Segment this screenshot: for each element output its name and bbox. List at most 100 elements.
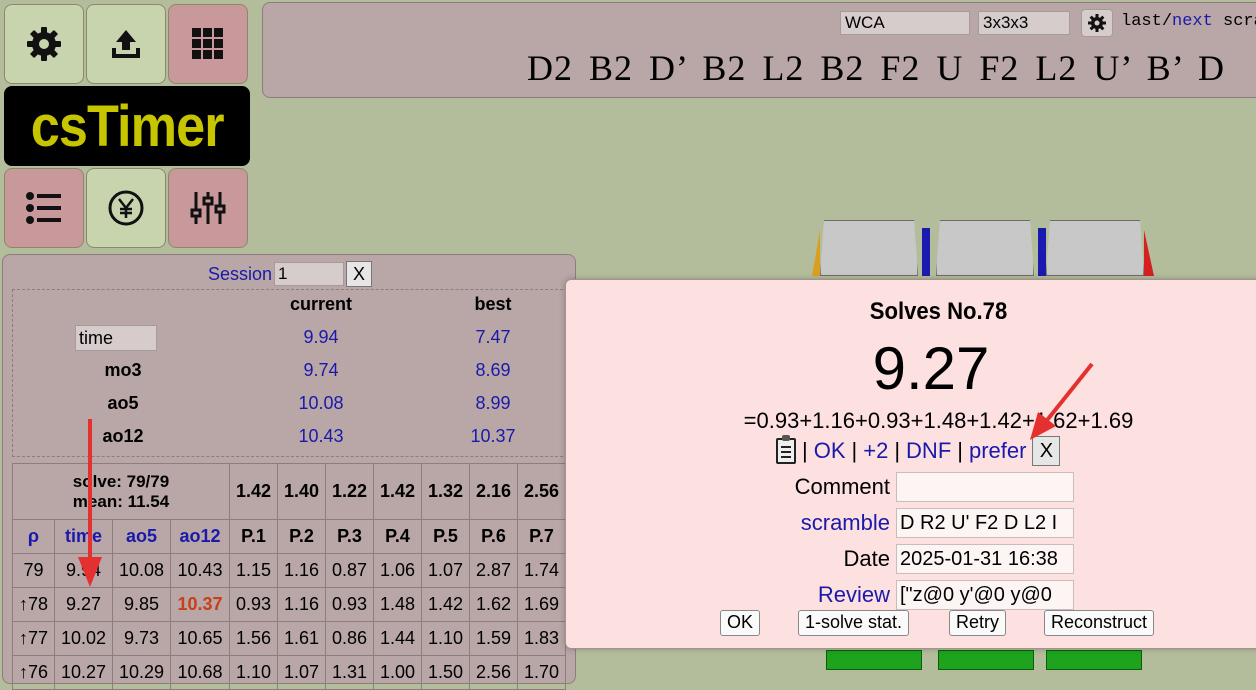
next-scramble-link[interactable]: next xyxy=(1172,12,1213,31)
cube-sticker xyxy=(922,228,930,276)
current-ao5[interactable]: 10.08 xyxy=(261,393,381,414)
col-header-index[interactable]: ρ xyxy=(12,519,55,554)
col-header-ao5[interactable]: ao5 xyxy=(112,519,171,554)
phase-time: 1.59 xyxy=(469,621,518,656)
solve-index[interactable]: 79 xyxy=(12,553,55,588)
cube-sticker xyxy=(1046,650,1142,670)
solve-stat-button[interactable]: 1-solve stat. xyxy=(798,610,910,636)
solve-ao5[interactable]: 10.29 xyxy=(112,655,171,690)
date-field[interactable]: 2025-01-31 16:38 xyxy=(896,544,1074,574)
delete-solve-button[interactable]: X xyxy=(1032,436,1061,466)
ok-button[interactable]: OK xyxy=(720,610,761,636)
scramble-type-select[interactable]: WCA xyxy=(840,11,970,35)
stats-button[interactable] xyxy=(4,168,84,248)
solve-ao12-best[interactable]: 10.37 xyxy=(170,587,230,622)
solve-time[interactable]: 10.27 xyxy=(54,655,113,690)
solve-ao5[interactable]: 10.08 xyxy=(112,553,171,588)
stat-label: ao12 xyxy=(102,426,144,446)
nav-separator: / xyxy=(1161,12,1173,31)
solve-index[interactable]: ↑76 xyxy=(12,655,55,690)
plus2-penalty-link[interactable]: +2 xyxy=(863,438,888,464)
table-row[interactable]: 79 9.94 10.08 10.43 1.15 1.16 0.87 1.06 … xyxy=(12,553,566,588)
phase-time: 1.16 xyxy=(277,553,326,588)
summary-row: solve: 79/79 mean: 11.54 1.42 1.40 1.22 … xyxy=(12,463,566,520)
session-label[interactable]: Session xyxy=(208,264,272,285)
best-ao5[interactable]: 8.99 xyxy=(433,393,553,414)
stat-row-ao12: ao12 10.43 10.37 xyxy=(13,422,569,455)
cube-sticker xyxy=(938,650,1034,670)
table-row[interactable]: ↑77 10.02 9.73 10.65 1.56 1.61 0.86 1.44… xyxy=(12,621,566,656)
scramble-field[interactable]: D R2 U' F2 D L2 I xyxy=(896,508,1074,538)
phase-avg: 1.22 xyxy=(325,463,374,520)
current-header: current xyxy=(289,294,352,314)
review-row: Review ["z@0 y'@0 y@0 xyxy=(566,580,1256,612)
review-field[interactable]: ["z@0 y'@0 y@0 xyxy=(896,580,1074,610)
solve-index[interactable]: ↑77 xyxy=(12,621,55,656)
col-header-phase: P.6 xyxy=(469,519,518,554)
dnf-penalty-link[interactable]: DNF xyxy=(906,438,951,464)
stat-type-select[interactable]: time xyxy=(75,325,157,351)
col-header-ao12[interactable]: ao12 xyxy=(170,519,230,554)
scramble-nav: last/next scram xyxy=(1121,12,1256,31)
current-time[interactable]: 9.94 xyxy=(261,327,381,348)
puzzle-select[interactable]: 3x3x3 xyxy=(978,11,1070,35)
review-link[interactable]: Review xyxy=(818,582,890,608)
table-row[interactable]: ↑78 9.27 9.85 10.37 0.93 1.16 0.93 1.48 … xyxy=(12,587,566,622)
phase-time: 1.16 xyxy=(277,587,326,622)
col-header-phase: P.7 xyxy=(517,519,566,554)
col-header-phase: P.5 xyxy=(421,519,470,554)
cstimer-logo: csTimer xyxy=(4,86,250,166)
solve-time[interactable]: 9.94 xyxy=(54,553,113,588)
stat-row-mo3: mo3 9.74 8.69 xyxy=(13,356,569,389)
scramble-word: scram xyxy=(1223,12,1256,31)
solve-time-display: 9.27 xyxy=(872,335,990,402)
current-ao12[interactable]: 10.43 xyxy=(261,426,381,447)
session-close-button[interactable]: X xyxy=(346,261,373,287)
phase-time: 1.10 xyxy=(229,655,278,690)
scramble-settings-button[interactable] xyxy=(1081,9,1113,37)
solve-index[interactable]: ↑78 xyxy=(12,587,55,622)
scramble-link[interactable]: scramble xyxy=(801,510,890,536)
separator: | xyxy=(802,438,808,463)
solve-time[interactable]: 10.02 xyxy=(54,621,113,656)
donate-button[interactable] xyxy=(86,168,166,248)
session-mean: mean: 11.54 xyxy=(72,491,170,511)
retry-button[interactable]: Retry xyxy=(949,610,1007,636)
reconstruct-button[interactable]: Reconstruct xyxy=(1044,610,1155,636)
cube-sticker xyxy=(1144,230,1154,276)
scramble-button[interactable] xyxy=(168,4,248,84)
options-button[interactable] xyxy=(4,4,84,84)
best-time[interactable]: 7.47 xyxy=(433,327,553,348)
solve-mean-cell: solve: 79/79 mean: 11.54 xyxy=(12,463,230,520)
phase-time: 2.56 xyxy=(469,655,518,690)
col-header-phase: P.2 xyxy=(277,519,326,554)
prefer-link[interactable]: prefer xyxy=(969,438,1026,464)
solve-ao12[interactable]: 10.65 xyxy=(170,621,230,656)
solve-ao12[interactable]: 10.43 xyxy=(170,553,230,588)
table-row[interactable]: ↑76 10.27 10.29 10.68 1.10 1.07 1.31 1.0… xyxy=(12,655,566,690)
export-button[interactable] xyxy=(86,4,166,84)
best-mo3[interactable]: 8.69 xyxy=(433,360,553,381)
current-mo3[interactable]: 9.74 xyxy=(261,360,381,381)
best-ao12[interactable]: 10.37 xyxy=(433,426,553,447)
current-best-table: current best time 9.94 7.47 mo3 9.74 8.6… xyxy=(12,289,568,457)
solve-time[interactable]: 9.27 xyxy=(54,587,113,622)
cube-sticker xyxy=(1038,228,1046,276)
comment-input[interactable] xyxy=(896,472,1074,502)
session-select[interactable]: 1 xyxy=(274,262,345,286)
phase-time: 1.42 xyxy=(421,587,470,622)
comment-label: Comment xyxy=(794,474,890,499)
solve-ao12[interactable]: 10.68 xyxy=(170,655,230,690)
clipboard-icon[interactable] xyxy=(776,435,796,464)
col-header-time[interactable]: time xyxy=(54,519,113,554)
last-scramble-link[interactable]: last xyxy=(1121,12,1162,31)
tools-button[interactable] xyxy=(168,168,248,248)
col-header-phase: P.3 xyxy=(325,519,374,554)
logo-text: csTimer xyxy=(30,93,225,159)
phase-time: 1.74 xyxy=(517,553,566,588)
separator: | xyxy=(851,438,858,463)
cube-sticker xyxy=(820,220,918,276)
solve-ao5[interactable]: 9.85 xyxy=(112,587,171,622)
ok-penalty-link[interactable]: OK xyxy=(814,438,846,464)
solve-ao5[interactable]: 9.73 xyxy=(112,621,171,656)
